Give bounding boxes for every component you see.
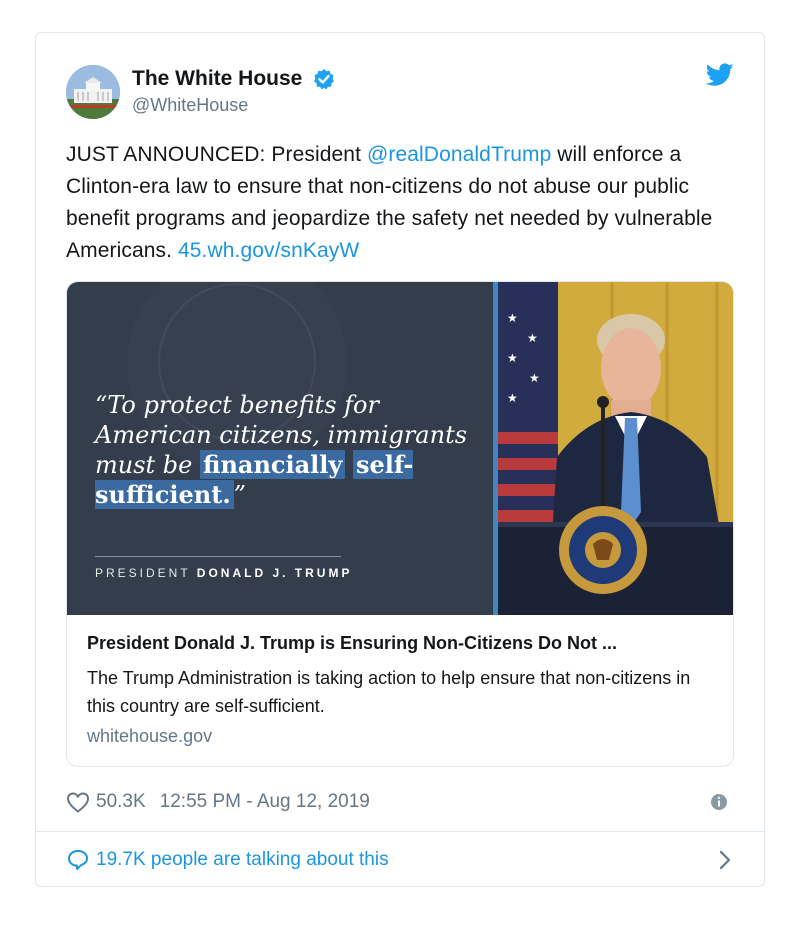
info-icon[interactable] — [710, 793, 728, 811]
byline-prefix: PRESIDENT — [95, 566, 197, 580]
pull-quote: “To protect benefits for American citize… — [95, 390, 475, 510]
heart-icon[interactable] — [66, 791, 90, 813]
svg-text:★: ★ — [527, 331, 538, 345]
pull-quote-highlight: financially — [200, 450, 346, 479]
link-preview-card[interactable]: ★ ★ ★ ★ ★ “To protect benefits for American … — [66, 281, 734, 767]
tweet-header: The White House @WhiteHouse — [66, 63, 734, 123]
footer-divider — [36, 831, 764, 832]
account-handle[interactable]: @WhiteHouse — [132, 95, 335, 116]
byline-name: DONALD J. TRUMP — [196, 566, 353, 580]
card-domain: whitehouse.gov — [87, 726, 213, 746]
card-image[interactable]: ★ ★ ★ ★ ★ “To protect benefits for American … — [67, 282, 733, 615]
display-name[interactable]: The White House — [132, 67, 302, 91]
svg-text:★: ★ — [507, 391, 518, 405]
mention-link[interactable]: @realDonaldTrump — [367, 143, 551, 166]
speech-bubble-icon — [66, 848, 90, 872]
verified-badge-icon — [313, 68, 335, 90]
timestamp[interactable]: 12:55 PM - Aug 12, 2019 — [160, 791, 370, 813]
twitter-bird-icon[interactable] — [705, 63, 734, 87]
like-count[interactable]: 50.3K — [96, 791, 146, 813]
byline-rule — [95, 556, 341, 557]
pull-quote-close: ” — [233, 481, 246, 509]
svg-text:★: ★ — [529, 371, 540, 385]
chevron-right-icon[interactable] — [718, 849, 732, 871]
card-description: The Trump Administration is taking actio… — [87, 668, 691, 716]
tweet-text-intro: JUST ANNOUNCED: President — [66, 143, 367, 166]
tweet-embed: The White House @WhiteHouse JUST ANNOUNC… — [35, 32, 765, 887]
svg-text:★: ★ — [507, 351, 518, 365]
tweet-text: JUST ANNOUNCED: President @realDonaldTru… — [66, 139, 741, 267]
tweet-meta: 50.3K 12:55 PM - Aug 12, 2019 — [66, 787, 734, 817]
quote-byline: PRESIDENT DONALD J. TRUMP — [95, 566, 352, 580]
card-body[interactable]: President Donald J. Trump is Ensuring No… — [67, 615, 733, 766]
avatar[interactable] — [66, 65, 120, 119]
account-identity: The White House @WhiteHouse — [132, 67, 335, 116]
svg-text:★: ★ — [507, 311, 518, 325]
card-title[interactable]: President Donald J. Trump is Ensuring No… — [87, 633, 715, 654]
conversation-footer[interactable]: 19.7K people are talking about this — [66, 845, 734, 875]
tweet-url-link[interactable]: 45.wh.gov/snKayW — [178, 239, 359, 262]
people-talking-link[interactable]: 19.7K people are talking about this — [96, 849, 389, 871]
